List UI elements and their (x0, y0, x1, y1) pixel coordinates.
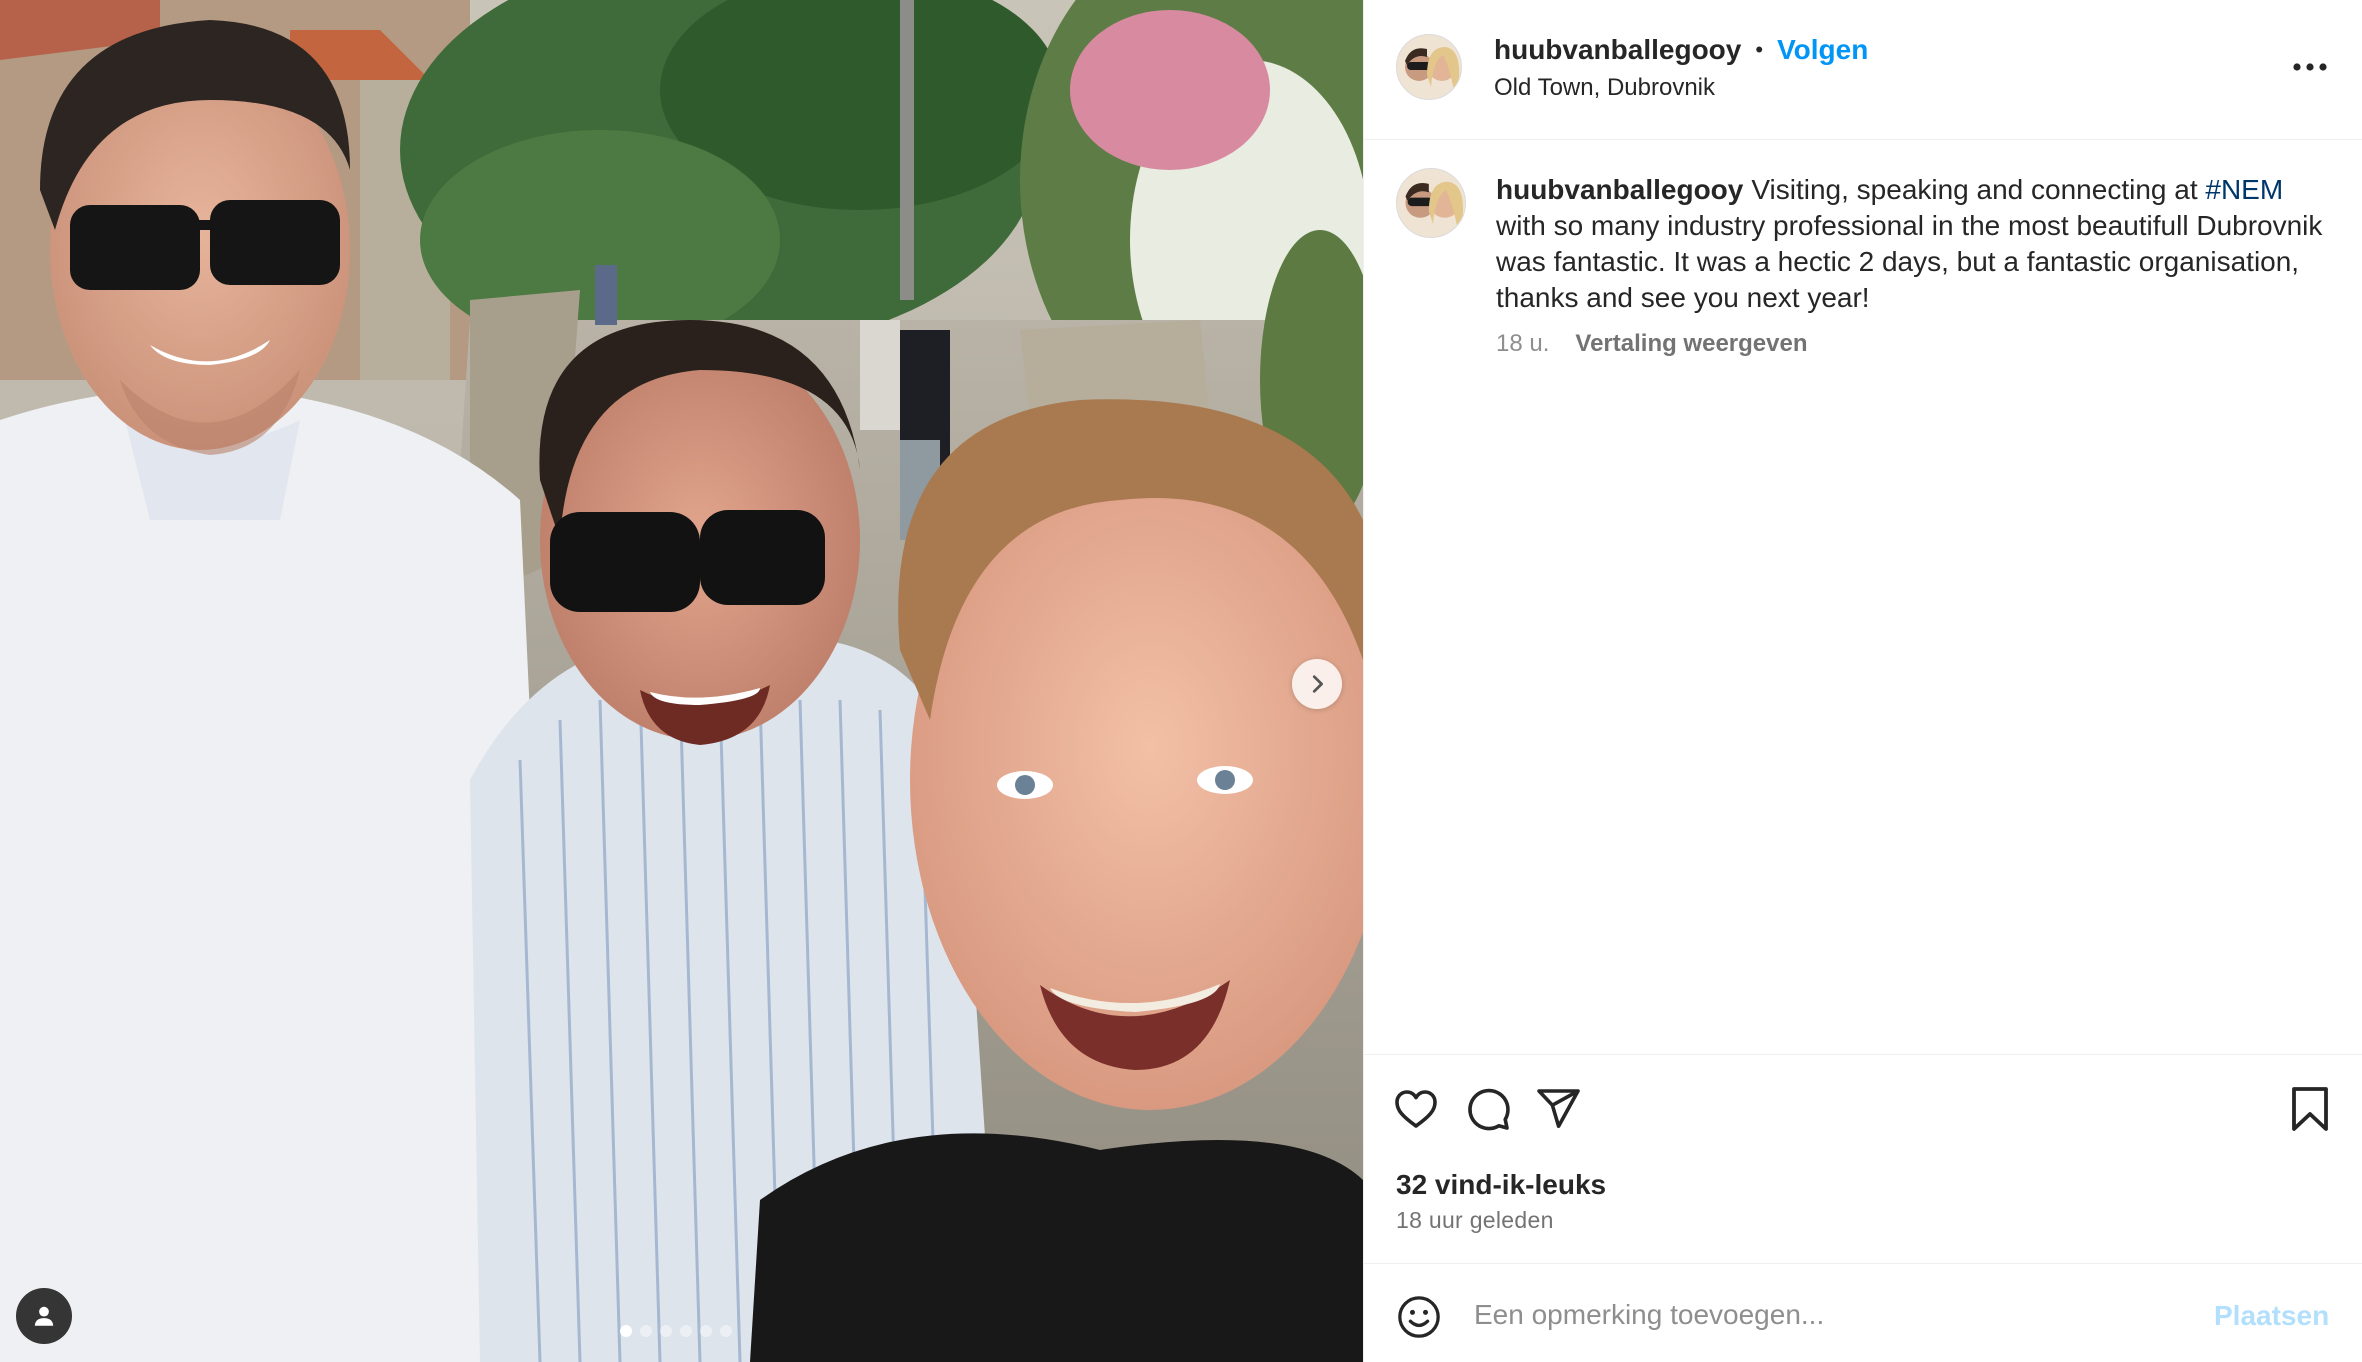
avatar[interactable] (1396, 34, 1462, 100)
carousel-indicator (620, 1325, 732, 1337)
comment-button[interactable] (1460, 1081, 1516, 1137)
post-header: huubvanballegooy • Volgen Old Town, Dubr… (1364, 0, 2362, 140)
location-link[interactable]: Old Town, Dubrovnik (1494, 74, 1715, 102)
emoji-icon (1398, 1296, 1440, 1338)
more-horizontal-icon (2293, 63, 2327, 71)
hashtag-link[interactable]: #NEM (2205, 174, 2283, 205)
save-button[interactable] (2282, 1081, 2338, 1137)
tagged-users-button[interactable] (16, 1288, 72, 1344)
user-tag-icon (34, 1306, 54, 1326)
carousel-next-button[interactable] (1292, 659, 1342, 709)
instagram-post: huubvanballegooy • Volgen Old Town, Dubr… (0, 0, 2362, 1362)
selfie-photo (0, 0, 1363, 1362)
like-button[interactable] (1388, 1081, 1444, 1137)
post-media[interactable] (0, 0, 1363, 1362)
avatar-image (1397, 35, 1461, 99)
post-side-panel: huubvanballegooy • Volgen Old Town, Dubr… (1363, 0, 2362, 1362)
username-link[interactable]: huubvanballegooy (1494, 34, 1741, 66)
carousel-dot (700, 1325, 712, 1337)
post-actions: 32 vind-ik-leuks 18 uur geleden (1364, 1054, 2362, 1264)
emoji-button[interactable] (1394, 1292, 1444, 1342)
avatar-image (1397, 169, 1465, 237)
chevron-right-icon (1312, 675, 1323, 693)
carousel-dot (620, 1325, 632, 1337)
follow-button[interactable]: Volgen (1777, 34, 1868, 66)
carousel-dot (680, 1325, 692, 1337)
caption-age: 18 u. (1496, 330, 1550, 357)
post-timestamp: 18 uur geleden (1396, 1207, 1554, 1233)
caption-text-continued: with so many industry professional in th… (1496, 210, 2323, 313)
caption-text: Visiting, speaking and connecting at (1751, 174, 2206, 205)
carousel-dot (660, 1325, 672, 1337)
more-options-button[interactable] (2288, 52, 2332, 82)
carousel-dot (640, 1325, 652, 1337)
caption-username-link[interactable]: huubvanballegooy (1496, 174, 1743, 205)
comment-icon (1468, 1088, 1510, 1131)
translate-button[interactable]: Vertaling weergeven (1575, 330, 1807, 358)
caption-meta: 18 u. Vertaling weergeven (1496, 330, 1808, 358)
share-button[interactable] (1530, 1081, 1586, 1137)
post-caption: huubvanballegooy Visiting, speaking and c… (1496, 172, 2326, 316)
comment-composer: Plaatsen (1364, 1263, 2362, 1362)
likes-count[interactable]: 32 vind-ik-leuks (1396, 1169, 1606, 1201)
caption-avatar[interactable] (1396, 168, 1466, 238)
post-comment-button[interactable]: Plaatsen (2214, 1300, 2329, 1332)
carousel-dot (720, 1325, 732, 1337)
bookmark-icon (2292, 1087, 2328, 1131)
separator-dot: • (1755, 37, 1764, 62)
header-user-line: huubvanballegooy • Volgen (1494, 34, 1868, 66)
send-icon (1537, 1089, 1580, 1128)
comment-input[interactable] (1474, 1290, 2174, 1340)
heart-icon (1395, 1090, 1437, 1128)
